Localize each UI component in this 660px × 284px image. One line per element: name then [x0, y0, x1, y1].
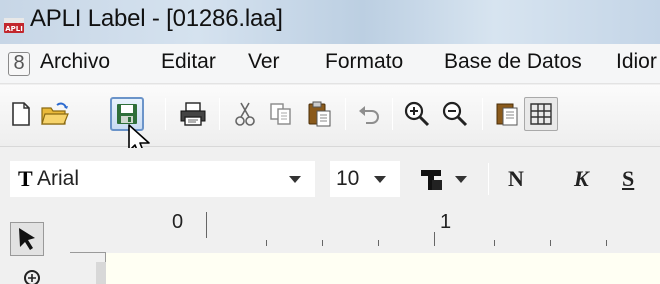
- menu-editar[interactable]: Editar: [161, 50, 216, 74]
- ruler-minor-tick: [606, 240, 607, 246]
- app-window: APLI APLI Label - [01286.laa] 8 Archivo …: [0, 0, 660, 284]
- underline-button[interactable]: S: [622, 166, 634, 192]
- copy-icon[interactable]: [264, 97, 298, 131]
- menu-archivo[interactable]: Archivo: [40, 50, 110, 74]
- toolbar-separator: [482, 98, 483, 130]
- menu-ver[interactable]: Ver: [248, 50, 280, 74]
- menu-idioma[interactable]: Idior: [616, 50, 657, 74]
- cut-icon[interactable]: [228, 97, 262, 131]
- ruler-minor-tick: [378, 240, 379, 246]
- font-type-icon: T: [18, 166, 33, 191]
- toolbar-separator: [165, 98, 166, 130]
- svg-text:APLI: APLI: [5, 25, 23, 33]
- horizontal-ruler: [70, 210, 660, 254]
- open-folder-icon[interactable]: [38, 97, 72, 131]
- chevron-down-icon[interactable]: [374, 176, 386, 183]
- ruler-major-tick: [434, 232, 435, 246]
- app-logo-icon: APLI: [4, 18, 24, 33]
- label-shadow: [96, 262, 106, 284]
- select-tool-button[interactable]: [10, 222, 44, 256]
- zoom-tool-icon[interactable]: [22, 268, 44, 284]
- new-document-icon[interactable]: [4, 97, 38, 131]
- ruler-minor-tick: [266, 240, 267, 246]
- chevron-down-icon[interactable]: [455, 176, 467, 183]
- zoom-out-icon[interactable]: [438, 97, 472, 131]
- paste-icon[interactable]: [302, 97, 336, 131]
- window-title: APLI Label - [01286.laa]: [30, 5, 283, 32]
- toolbar-separator: [392, 98, 393, 130]
- ruler-label-0: 0: [172, 211, 184, 233]
- system-menu-icon[interactable]: 8: [8, 52, 30, 76]
- italic-button[interactable]: K: [574, 166, 589, 192]
- toolbar-separator: [219, 98, 220, 130]
- menu-formato[interactable]: Formato: [325, 50, 403, 74]
- font-name-value: Arial: [37, 167, 80, 190]
- menu-base-de-datos[interactable]: Base de Datos: [444, 50, 582, 74]
- page-setup-icon[interactable]: [490, 97, 524, 131]
- undo-icon[interactable]: [352, 97, 386, 131]
- toolbar-separator: [345, 98, 346, 130]
- ruler-minor-tick: [494, 240, 495, 246]
- zoom-in-icon[interactable]: [400, 97, 434, 131]
- toolbar-separator: [488, 163, 489, 195]
- ruler-minor-tick: [550, 240, 551, 246]
- grid-toggle-button[interactable]: [524, 97, 558, 131]
- font-size-value: 10: [336, 167, 360, 190]
- text-color-icon[interactable]: [415, 162, 449, 196]
- bold-button[interactable]: N: [508, 166, 524, 192]
- ruler-label-1: 1: [440, 211, 452, 233]
- chevron-down-icon[interactable]: [289, 176, 301, 183]
- ruler-major-tick: [206, 212, 207, 238]
- ruler-corner: [70, 252, 106, 253]
- print-icon[interactable]: [176, 97, 210, 131]
- label-canvas[interactable]: [106, 253, 660, 284]
- ruler-minor-tick: [322, 240, 323, 246]
